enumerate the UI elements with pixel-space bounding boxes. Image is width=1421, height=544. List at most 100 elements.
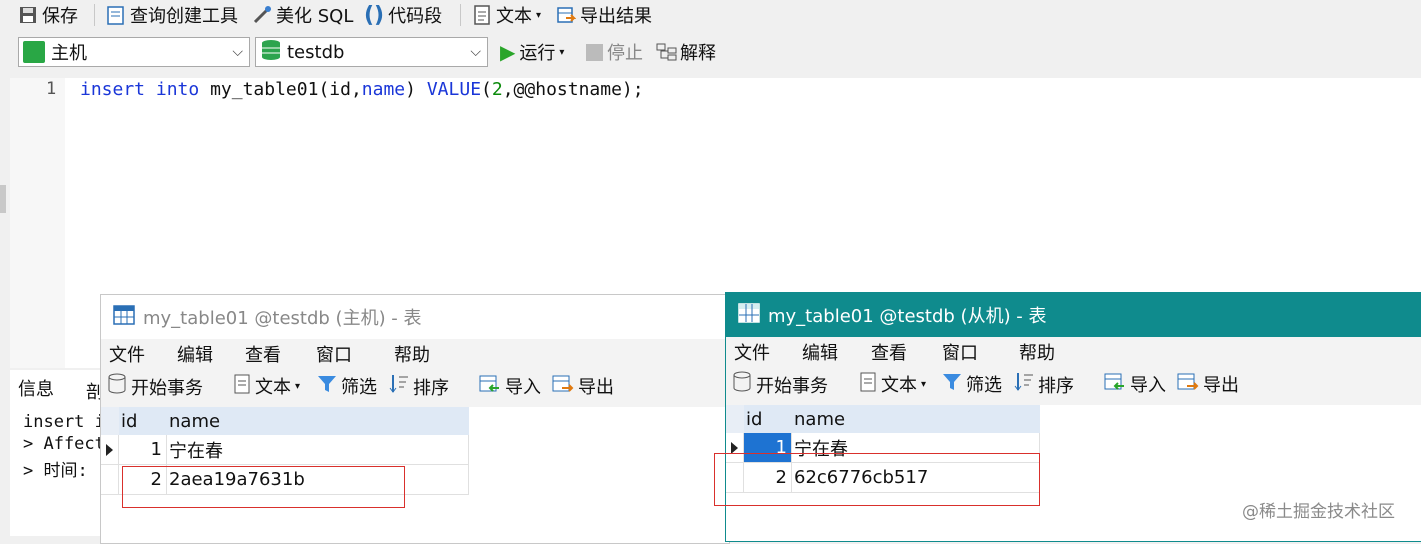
database-icon xyxy=(107,373,127,400)
explain-icon xyxy=(656,42,677,62)
chevron-down-icon: ⌵ xyxy=(470,44,481,60)
highlight-box-slave xyxy=(714,453,1040,506)
menu-help[interactable]: 帮助 xyxy=(394,341,430,367)
window-titlebar[interactable]: my_table01 @testdb (主机) - 表 xyxy=(101,295,729,339)
import-icon xyxy=(1104,372,1126,397)
export-button[interactable]: 导出 xyxy=(552,373,614,399)
menu-help[interactable]: 帮助 xyxy=(1019,339,1055,365)
row-selector-current[interactable] xyxy=(101,435,119,465)
code-table: my_table01(id, xyxy=(199,79,362,100)
main-toolbar: 保存 查询创建工具 美化 SQL () 代码段 文本 ▾ 导出结果 xyxy=(0,0,1421,30)
dropdown-arrow-icon: ▾ xyxy=(559,46,565,58)
tab-info[interactable]: 信息 xyxy=(10,372,72,404)
column-header-name[interactable]: name xyxy=(792,405,1040,433)
menu-window[interactable]: 窗口 xyxy=(316,341,352,367)
import-button[interactable]: 导入 xyxy=(479,373,541,399)
window-toolbar: 开始事务 文本 ▾ 筛选 排序 导入 导出 xyxy=(726,367,1421,399)
import-icon xyxy=(479,374,501,399)
document-icon xyxy=(472,5,492,25)
highlight-box-master xyxy=(122,466,405,508)
connection-icon xyxy=(23,41,45,63)
begin-transaction-button[interactable]: 开始事务 xyxy=(732,371,828,398)
sort-icon xyxy=(1014,371,1034,398)
scrollbar-thumb[interactable] xyxy=(0,185,6,213)
window-menubar: 文件 编辑 查看 窗口 帮助 xyxy=(101,339,729,367)
current-row-icon xyxy=(106,443,113,456)
menu-file[interactable]: 文件 xyxy=(734,339,770,365)
row-header-corner xyxy=(101,407,119,435)
database-icon xyxy=(261,39,281,66)
code-number: 2 xyxy=(491,79,503,100)
stop-icon xyxy=(586,43,603,61)
column-header-id[interactable]: id xyxy=(119,407,167,435)
window-menubar: 文件 编辑 查看 窗口 帮助 xyxy=(726,337,1421,365)
window-toolbar: 开始事务 文本 ▾ 筛选 排序 导入 导出 xyxy=(101,369,729,401)
save-icon xyxy=(18,5,38,25)
beautify-sql-button[interactable]: 美化 SQL xyxy=(252,2,353,28)
play-icon: ▶ xyxy=(500,40,516,64)
code-snippet-button[interactable]: () 代码段 xyxy=(364,2,442,28)
column-header-name[interactable]: name xyxy=(167,407,469,435)
table-icon xyxy=(738,302,760,328)
window-titlebar[interactable]: my_table01 @testdb (从机) - 表 xyxy=(726,293,1421,337)
sort-icon xyxy=(389,373,409,400)
menu-view[interactable]: 查看 xyxy=(245,341,281,367)
export-icon xyxy=(1177,372,1199,397)
text-button[interactable]: 文本 ▾ xyxy=(472,2,541,28)
line-number: 1 xyxy=(46,79,57,99)
menu-view[interactable]: 查看 xyxy=(871,339,907,365)
current-row-icon xyxy=(731,441,738,454)
info-line-3: > 时间: xyxy=(23,461,88,481)
window-title: my_table01 @testdb (从机) - 表 xyxy=(768,306,1047,327)
watermark: @稀土掘金技术社区 xyxy=(1242,502,1395,522)
export-icon xyxy=(552,374,574,399)
menu-edit[interactable]: 编辑 xyxy=(802,339,838,365)
text-view-button[interactable]: 文本 ▾ xyxy=(859,371,926,397)
save-button[interactable]: 保存 xyxy=(18,2,78,28)
database-icon xyxy=(732,371,752,398)
dropdown-arrow-icon: ▾ xyxy=(295,380,301,392)
row-header-corner xyxy=(726,405,744,433)
beautify-icon xyxy=(252,5,272,25)
sql-code-line[interactable]: insert into my_table01(id,name) VALUE(2,… xyxy=(80,79,644,100)
filter-button[interactable]: 筛选 xyxy=(317,373,377,399)
code-snippet-icon: () xyxy=(364,2,385,28)
line-gutter xyxy=(10,78,65,368)
text-view-button[interactable]: 文本 ▾ xyxy=(233,373,300,399)
database-select[interactable]: testdb ⌵ xyxy=(255,37,488,67)
begin-transaction-button[interactable]: 开始事务 xyxy=(107,373,203,400)
code-paren: ) xyxy=(405,79,427,100)
import-button[interactable]: 导入 xyxy=(1104,371,1166,397)
code-rest: ,@@hostname); xyxy=(502,79,644,100)
window-title: my_table01 @testdb (主机) - 表 xyxy=(143,308,422,329)
stop-button[interactable]: 停止 xyxy=(586,39,643,65)
export-results-button[interactable]: 导出结果 xyxy=(556,2,652,28)
table-icon xyxy=(113,304,135,330)
keyword-name: name xyxy=(361,79,406,100)
query-builder-button[interactable]: 查询创建工具 xyxy=(106,2,238,28)
menu-file[interactable]: 文件 xyxy=(109,341,145,367)
run-button[interactable]: ▶ 运行 ▾ xyxy=(500,39,564,65)
menu-window[interactable]: 窗口 xyxy=(942,339,978,365)
explain-button[interactable]: 解释 xyxy=(656,39,716,65)
menu-edit[interactable]: 编辑 xyxy=(177,341,213,367)
filter-icon xyxy=(317,374,337,399)
export-button[interactable]: 导出 xyxy=(1177,371,1239,397)
keyword-value: VALUE xyxy=(426,79,482,100)
sort-button[interactable]: 排序 xyxy=(1014,371,1074,398)
filter-icon xyxy=(942,372,962,397)
export-icon xyxy=(556,5,577,25)
dropdown-arrow-icon: ▾ xyxy=(921,378,927,390)
cell-name[interactable]: 宁在春 xyxy=(167,435,469,465)
info-line-1: insert i xyxy=(23,412,105,432)
filter-button[interactable]: 筛选 xyxy=(942,371,1002,397)
row-selector[interactable] xyxy=(101,465,119,495)
document-icon xyxy=(233,374,251,399)
cell-id[interactable]: 1 xyxy=(119,435,167,465)
sort-button[interactable]: 排序 xyxy=(389,373,449,400)
connection-select[interactable]: 主机 ⌵ xyxy=(18,37,250,67)
keyword-into: into xyxy=(155,79,200,100)
keyword-insert: insert xyxy=(80,79,146,100)
column-header-id[interactable]: id xyxy=(744,405,792,433)
